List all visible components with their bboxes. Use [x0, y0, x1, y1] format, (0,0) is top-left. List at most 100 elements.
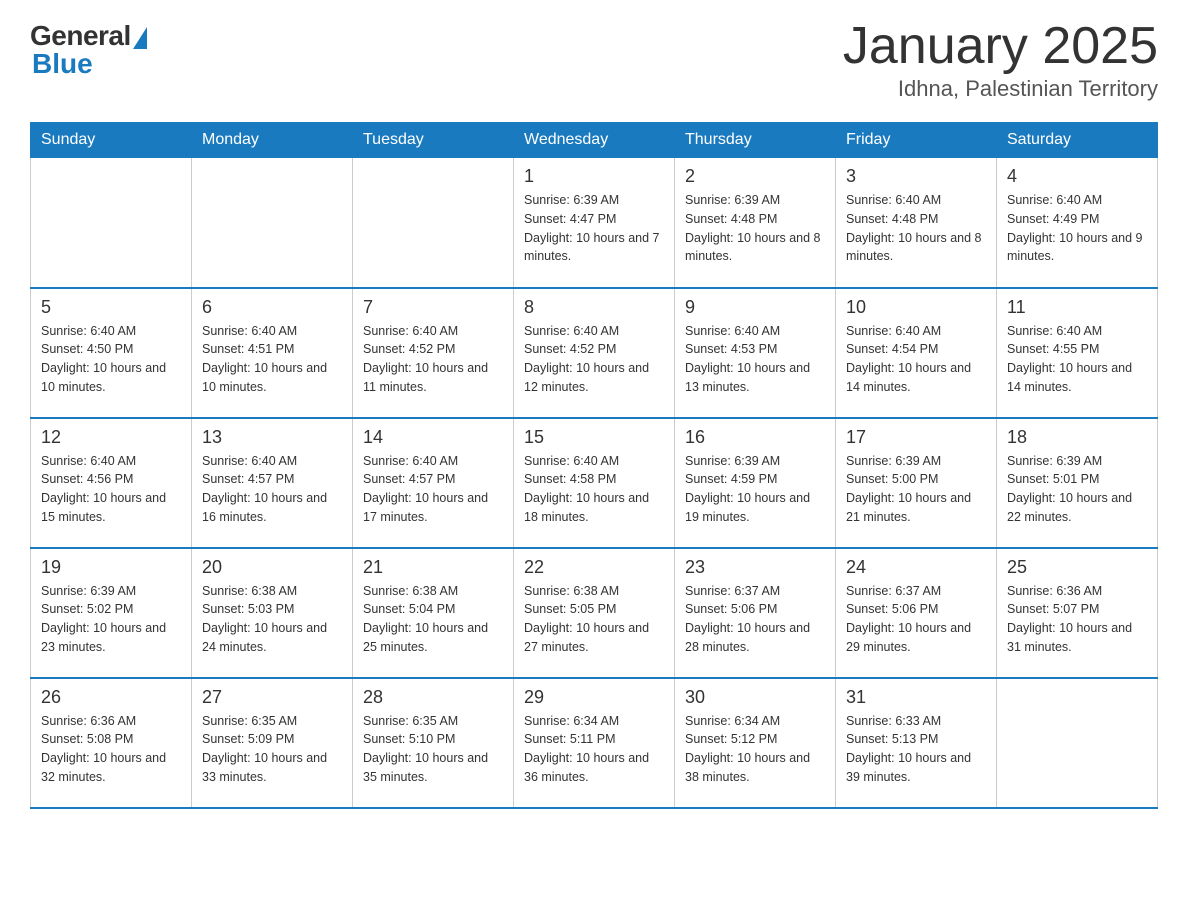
day-info: Sunrise: 6:38 AM Sunset: 5:05 PM Dayligh…: [524, 582, 664, 657]
day-info: Sunrise: 6:36 AM Sunset: 5:07 PM Dayligh…: [1007, 582, 1147, 657]
header-thursday: Thursday: [675, 123, 836, 158]
calendar-cell: 1Sunrise: 6:39 AM Sunset: 4:47 PM Daylig…: [514, 158, 675, 288]
day-number: 9: [685, 297, 825, 318]
week-row-2: 5 Sunrise: 6:40 AM Sunset: 4:50 PM Daylig…: [31, 288, 1158, 418]
header-saturday: Saturday: [997, 123, 1158, 158]
calendar-cell: 2Sunrise: 6:39 AM Sunset: 4:48 PM Daylig…: [675, 158, 836, 288]
calendar-cell: 21 Sunrise: 6:38 AM Sunset: 5:04 PM Dayli…: [353, 548, 514, 678]
header-friday: Friday: [836, 123, 997, 158]
calendar-cell: [997, 678, 1158, 808]
day-number: 6: [202, 297, 342, 318]
title-section: January 2025 Idhna, Palestinian Territor…: [843, 20, 1158, 102]
day-number: 27: [202, 687, 342, 708]
calendar-cell: 20 Sunrise: 6:38 AM Sunset: 5:03 PM Dayli…: [192, 548, 353, 678]
day-number: 26: [41, 687, 181, 708]
day-number: 7: [363, 297, 503, 318]
calendar-cell: 23 Sunrise: 6:37 AM Sunset: 5:06 PM Dayli…: [675, 548, 836, 678]
calendar-cell: 10 Sunrise: 6:40 AM Sunset: 4:54 PM Dayli…: [836, 288, 997, 418]
calendar-cell: 4 Sunrise: 6:40 AM Sunset: 4:49 PM Daylig…: [997, 158, 1158, 288]
day-number: 29: [524, 687, 664, 708]
day-number: 20: [202, 557, 342, 578]
day-info: Sunrise: 6:40 AM Sunset: 4:52 PM Dayligh…: [363, 322, 503, 397]
day-info: Sunrise: 6:40 AM Sunset: 4:55 PM Dayligh…: [1007, 322, 1147, 397]
logo-triangle-icon: [133, 27, 147, 49]
day-info: Sunrise: 6:35 AM Sunset: 5:09 PM Dayligh…: [202, 712, 342, 787]
day-number: 30: [685, 687, 825, 708]
day-info: Sunrise: 6:37 AM Sunset: 5:06 PM Dayligh…: [846, 582, 986, 657]
day-number: 10: [846, 297, 986, 318]
calendar-cell: 17 Sunrise: 6:39 AM Sunset: 5:00 PM Dayli…: [836, 418, 997, 548]
page-header: General Blue January 2025 Idhna, Palesti…: [30, 20, 1158, 102]
header-sunday: Sunday: [31, 123, 192, 158]
day-info: Sunrise: 6:40 AM Sunset: 4:56 PM Dayligh…: [41, 452, 181, 527]
calendar-table: SundayMondayTuesdayWednesdayThursdayFrid…: [30, 122, 1158, 809]
day-number: 23: [685, 557, 825, 578]
day-info: Sunrise: 6:39 AM Sunset: 4:48 PM Dayligh…: [685, 191, 825, 266]
day-number: 16: [685, 427, 825, 448]
calendar-cell: 9 Sunrise: 6:40 AM Sunset: 4:53 PM Daylig…: [675, 288, 836, 418]
calendar-cell: 22 Sunrise: 6:38 AM Sunset: 5:05 PM Dayli…: [514, 548, 675, 678]
day-info: Sunrise: 6:35 AM Sunset: 5:10 PM Dayligh…: [363, 712, 503, 787]
day-info: Sunrise: 6:40 AM Sunset: 4:57 PM Dayligh…: [363, 452, 503, 527]
calendar-cell: 26 Sunrise: 6:36 AM Sunset: 5:08 PM Dayli…: [31, 678, 192, 808]
calendar-cell: 14 Sunrise: 6:40 AM Sunset: 4:57 PM Dayli…: [353, 418, 514, 548]
day-number: 4: [1007, 166, 1147, 187]
day-info: Sunrise: 6:40 AM Sunset: 4:58 PM Dayligh…: [524, 452, 664, 527]
week-row-5: 26 Sunrise: 6:36 AM Sunset: 5:08 PM Dayli…: [31, 678, 1158, 808]
calendar-header-row: SundayMondayTuesdayWednesdayThursdayFrid…: [31, 123, 1158, 158]
day-number: 14: [363, 427, 503, 448]
day-number: 15: [524, 427, 664, 448]
day-number: 18: [1007, 427, 1147, 448]
day-number: 24: [846, 557, 986, 578]
calendar-cell: 19 Sunrise: 6:39 AM Sunset: 5:02 PM Dayli…: [31, 548, 192, 678]
day-info: Sunrise: 6:40 AM Sunset: 4:49 PM Dayligh…: [1007, 191, 1147, 266]
day-number: 11: [1007, 297, 1147, 318]
day-number: 22: [524, 557, 664, 578]
header-wednesday: Wednesday: [514, 123, 675, 158]
calendar-cell: 31Sunrise: 6:33 AM Sunset: 5:13 PM Dayli…: [836, 678, 997, 808]
day-info: Sunrise: 6:40 AM Sunset: 4:53 PM Dayligh…: [685, 322, 825, 397]
day-info: Sunrise: 6:39 AM Sunset: 5:01 PM Dayligh…: [1007, 452, 1147, 527]
calendar-cell: 27 Sunrise: 6:35 AM Sunset: 5:09 PM Dayli…: [192, 678, 353, 808]
day-number: 5: [41, 297, 181, 318]
day-info: Sunrise: 6:39 AM Sunset: 5:00 PM Dayligh…: [846, 452, 986, 527]
day-info: Sunrise: 6:34 AM Sunset: 5:12 PM Dayligh…: [685, 712, 825, 787]
day-info: Sunrise: 6:36 AM Sunset: 5:08 PM Dayligh…: [41, 712, 181, 787]
calendar-cell: 5 Sunrise: 6:40 AM Sunset: 4:50 PM Daylig…: [31, 288, 192, 418]
day-info: Sunrise: 6:38 AM Sunset: 5:03 PM Dayligh…: [202, 582, 342, 657]
calendar-cell: 18 Sunrise: 6:39 AM Sunset: 5:01 PM Dayli…: [997, 418, 1158, 548]
calendar-cell: 24 Sunrise: 6:37 AM Sunset: 5:06 PM Dayli…: [836, 548, 997, 678]
logo-blue-text: Blue: [32, 48, 93, 80]
header-monday: Monday: [192, 123, 353, 158]
day-info: Sunrise: 6:39 AM Sunset: 5:02 PM Dayligh…: [41, 582, 181, 657]
calendar-cell: 25 Sunrise: 6:36 AM Sunset: 5:07 PM Dayli…: [997, 548, 1158, 678]
week-row-3: 12Sunrise: 6:40 AM Sunset: 4:56 PM Dayli…: [31, 418, 1158, 548]
day-info: Sunrise: 6:40 AM Sunset: 4:50 PM Dayligh…: [41, 322, 181, 397]
day-number: 13: [202, 427, 342, 448]
day-number: 21: [363, 557, 503, 578]
calendar-cell: 15 Sunrise: 6:40 AM Sunset: 4:58 PM Dayli…: [514, 418, 675, 548]
day-number: 28: [363, 687, 503, 708]
calendar-cell: 7 Sunrise: 6:40 AM Sunset: 4:52 PM Daylig…: [353, 288, 514, 418]
day-info: Sunrise: 6:38 AM Sunset: 5:04 PM Dayligh…: [363, 582, 503, 657]
day-info: Sunrise: 6:40 AM Sunset: 4:51 PM Dayligh…: [202, 322, 342, 397]
calendar-cell: [31, 158, 192, 288]
day-info: Sunrise: 6:34 AM Sunset: 5:11 PM Dayligh…: [524, 712, 664, 787]
calendar-cell: 12Sunrise: 6:40 AM Sunset: 4:56 PM Dayli…: [31, 418, 192, 548]
day-number: 25: [1007, 557, 1147, 578]
day-info: Sunrise: 6:40 AM Sunset: 4:54 PM Dayligh…: [846, 322, 986, 397]
day-number: 17: [846, 427, 986, 448]
calendar-cell: 16 Sunrise: 6:39 AM Sunset: 4:59 PM Dayli…: [675, 418, 836, 548]
day-info: Sunrise: 6:33 AM Sunset: 5:13 PM Dayligh…: [846, 712, 986, 787]
day-number: 3: [846, 166, 986, 187]
day-info: Sunrise: 6:37 AM Sunset: 5:06 PM Dayligh…: [685, 582, 825, 657]
calendar-cell: 29 Sunrise: 6:34 AM Sunset: 5:11 PM Dayli…: [514, 678, 675, 808]
day-number: 19: [41, 557, 181, 578]
day-number: 8: [524, 297, 664, 318]
calendar-cell: 3 Sunrise: 6:40 AM Sunset: 4:48 PM Daylig…: [836, 158, 997, 288]
day-info: Sunrise: 6:39 AM Sunset: 4:47 PM Dayligh…: [524, 191, 664, 266]
header-tuesday: Tuesday: [353, 123, 514, 158]
day-info: Sunrise: 6:40 AM Sunset: 4:48 PM Dayligh…: [846, 191, 986, 266]
month-title: January 2025: [843, 20, 1158, 72]
day-info: Sunrise: 6:39 AM Sunset: 4:59 PM Dayligh…: [685, 452, 825, 527]
